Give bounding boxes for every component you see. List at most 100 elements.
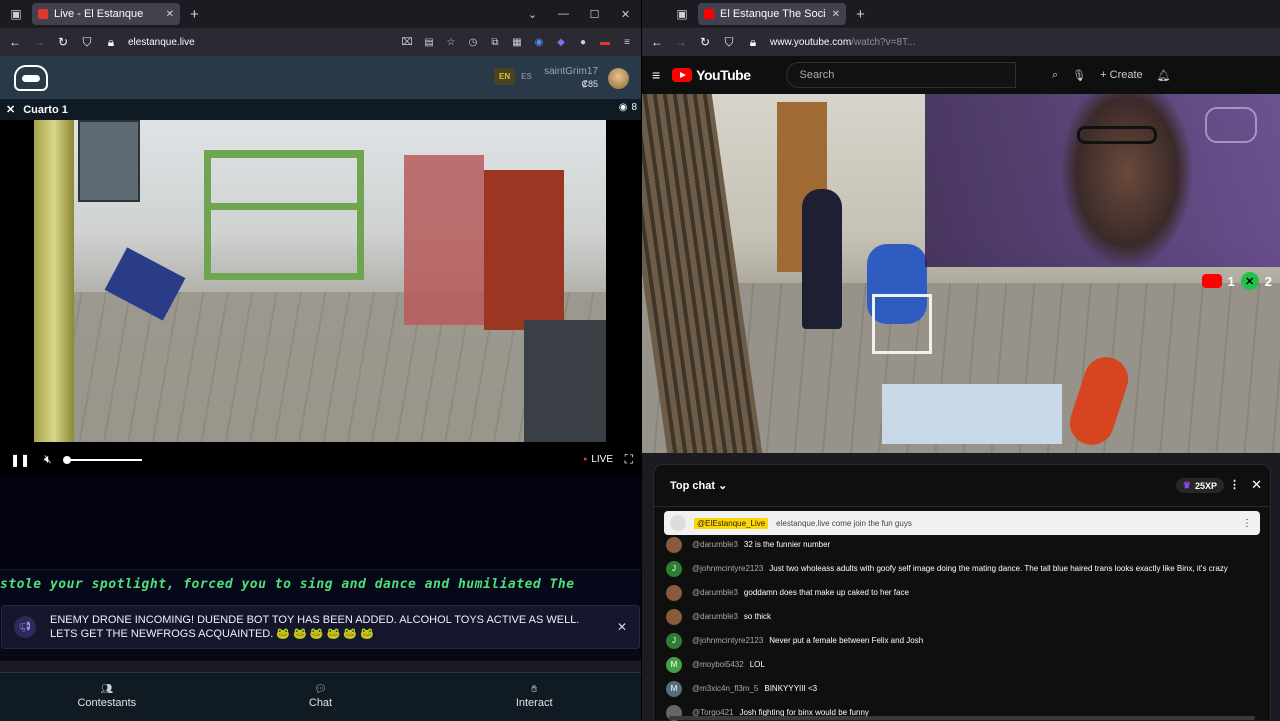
- chat-message[interactable]: J @johnmcintyre2123 Just two wholeass adul…: [666, 561, 1258, 577]
- pinned-author: @ElEstanque_Live: [694, 517, 769, 529]
- menu-icon[interactable]: ≡: [617, 32, 637, 52]
- close-tab-icon[interactable]: ✕: [166, 9, 174, 20]
- tab-live[interactable]: Live - El Estanque ✕: [32, 3, 180, 25]
- nav-bar: ← → ↻ ⛉ 🔒︎ elestanque.live ⌧ ▤ ☆ ◷ ⧉ ▦ ◉…: [0, 28, 641, 56]
- new-tab-icon[interactable]: +: [190, 6, 199, 23]
- ext-red-icon[interactable]: ▬: [595, 32, 615, 52]
- mute-icon[interactable]: 🔇︎: [44, 452, 52, 467]
- reader-icon[interactable]: ▤: [419, 32, 439, 52]
- video-player[interactable]: [0, 120, 641, 442]
- chat-message[interactable]: M @moyboi5432 LOL: [666, 657, 1258, 673]
- star-icon[interactable]: ☆: [441, 32, 461, 52]
- chat-message[interactable]: M @m3xic4n_fl3m_5 BINKYYYIII <3: [666, 681, 1258, 697]
- shield-icon[interactable]: ⛉: [76, 31, 98, 53]
- address-bar[interactable]: elestanque.live: [124, 30, 395, 54]
- nav-interact[interactable]: ✋︎ Interact: [427, 673, 641, 720]
- coin-balance: ₡85: [581, 79, 598, 89]
- chat-author: @darumble3: [692, 612, 738, 621]
- back-icon[interactable]: ←: [646, 31, 668, 53]
- minimize-icon[interactable]: —: [548, 0, 579, 28]
- url-text: elestanque.live: [128, 36, 195, 48]
- translate-icon[interactable]: ⌧: [397, 32, 417, 52]
- close-tab-icon[interactable]: ✕: [832, 9, 840, 20]
- pause-icon[interactable]: ❚❚: [10, 453, 30, 467]
- chat-message[interactable]: @darumble3 so thick: [666, 609, 1258, 625]
- volume-slider[interactable]: [62, 455, 142, 464]
- account-icon[interactable]: ●: [573, 32, 593, 52]
- chat-message[interactable]: J @johnmcintyre2123 Never put a female bet…: [666, 633, 1258, 649]
- hamburger-menu-icon[interactable]: ≡: [652, 67, 660, 83]
- youtube-header: ≡ YouTube Search ⌕ 🎙︎ + Create 🔔︎: [642, 56, 1280, 94]
- fullscreen-icon[interactable]: ⛶: [625, 452, 633, 467]
- chat-text: so thick: [743, 612, 772, 621]
- ext-badge-icon[interactable]: ▦: [507, 32, 527, 52]
- history-icon[interactable]: ◷: [463, 32, 483, 52]
- pinned-text: elestanque.live come join the fun guys: [776, 518, 912, 528]
- chat-mode-dropdown[interactable]: Top chat ⌄: [670, 479, 727, 492]
- extensions-icon[interactable]: ⧉: [485, 32, 505, 52]
- youtube-logo-text: YouTube: [696, 67, 751, 83]
- ticker: stole your spotlight, forced you to sing…: [0, 569, 641, 599]
- room-bar: ✕ Cuarto 1 ◉ 8: [0, 99, 641, 120]
- chat-message[interactable]: @darumble3 32 is the funnier number: [666, 537, 1258, 553]
- chat-author: @darumble3: [692, 540, 738, 549]
- xp-badge[interactable]: ♛ 25XP: [1175, 478, 1224, 493]
- bell-icon[interactable]: 🔔︎: [1157, 69, 1171, 82]
- chat-message[interactable]: @darumble3 goddamn does that make up cake…: [666, 585, 1258, 601]
- forward-icon[interactable]: →: [670, 31, 692, 53]
- viewer-count: ◉ 8: [619, 102, 637, 113]
- pinned-more-icon[interactable]: ⋮: [1242, 518, 1252, 529]
- chevron-down-icon[interactable]: ⌄: [517, 0, 548, 28]
- maximize-icon[interactable]: ☐: [579, 0, 610, 28]
- address-bar[interactable]: www.youtube.com/watch?v=8T...: [766, 30, 1276, 54]
- reload-icon[interactable]: ↻: [52, 31, 74, 53]
- chat-text: Just two wholeass adults with goofy self…: [769, 564, 1228, 573]
- avatar: J: [666, 561, 682, 577]
- lock-icon[interactable]: 🔒︎: [100, 31, 122, 53]
- close-window-icon[interactable]: ✕: [610, 0, 641, 28]
- pinned-message[interactable]: @ElEstanque_Live elestanque.live come jo…: [664, 511, 1260, 535]
- avatar[interactable]: [608, 68, 629, 89]
- chevron-down-icon: ⌄: [718, 480, 728, 492]
- camera-feed: [34, 120, 606, 442]
- new-tab-icon[interactable]: +: [856, 6, 865, 23]
- back-icon[interactable]: ←: [4, 31, 26, 53]
- tab-list-icon[interactable]: ▣: [0, 0, 32, 28]
- youtube-play-icon: [672, 68, 693, 82]
- xp-value: 25XP: [1194, 480, 1217, 491]
- youtube-logo[interactable]: YouTube: [672, 67, 751, 83]
- ext-purple-icon[interactable]: ◆: [551, 32, 571, 52]
- tab-bar: ▣ El Estanque The Social Expe ✕ +: [642, 0, 1280, 28]
- live-chat: Top chat ⌄ ♛ 25XP ⋮ ✕ @ElEstanque_Live el…: [653, 464, 1271, 721]
- lock-icon[interactable]: 🔒︎: [742, 31, 764, 53]
- nav-chat[interactable]: 💬︎ Chat: [214, 673, 428, 720]
- avatar: [670, 515, 686, 531]
- mic-icon[interactable]: 🎙︎: [1072, 69, 1086, 82]
- chat-scrollbar[interactable]: [669, 716, 1255, 720]
- close-chat-icon[interactable]: ✕: [1251, 477, 1262, 493]
- lang-en-button[interactable]: EN: [494, 68, 516, 85]
- shield-icon[interactable]: ⛉: [718, 31, 740, 53]
- more-options-icon[interactable]: ⋮: [1229, 478, 1240, 491]
- lang-es-button[interactable]: ES: [521, 68, 532, 85]
- youtube-header-actions: ⌕ 🎙︎ + Create 🔔︎: [1052, 56, 1171, 94]
- chat-message-body: @moyboi5432 LOL: [692, 657, 765, 670]
- close-room-icon[interactable]: ✕: [6, 103, 15, 116]
- close-notice-icon[interactable]: ✕: [617, 620, 627, 634]
- search-input[interactable]: Search: [786, 62, 1017, 88]
- reload-icon[interactable]: ↻: [694, 31, 716, 53]
- notice-area: 📢︎ ENEMY DRONE INCOMING! DUENDE BOT TOY …: [0, 599, 641, 661]
- create-button[interactable]: + Create: [1100, 69, 1143, 81]
- frog-logo-icon[interactable]: [14, 64, 48, 91]
- tab-list-icon[interactable]: ▣: [666, 0, 698, 28]
- search-icon[interactable]: ⌕: [1052, 69, 1058, 82]
- youtube-video-player[interactable]: 1 ✕ 2: [642, 94, 1280, 453]
- x-count: 2: [1264, 273, 1272, 289]
- ext-blue-icon[interactable]: ◉: [529, 32, 549, 52]
- forward-icon[interactable]: →: [28, 31, 50, 53]
- eye-icon: ◉: [618, 102, 628, 113]
- nav-contestants[interactable]: 👥︎ Contestants: [0, 673, 214, 720]
- tab-youtube[interactable]: El Estanque The Social Expe ✕: [698, 3, 846, 25]
- room-name: Cuarto 1: [23, 103, 68, 116]
- user-info[interactable]: saintGrim17 ₡85: [542, 66, 598, 90]
